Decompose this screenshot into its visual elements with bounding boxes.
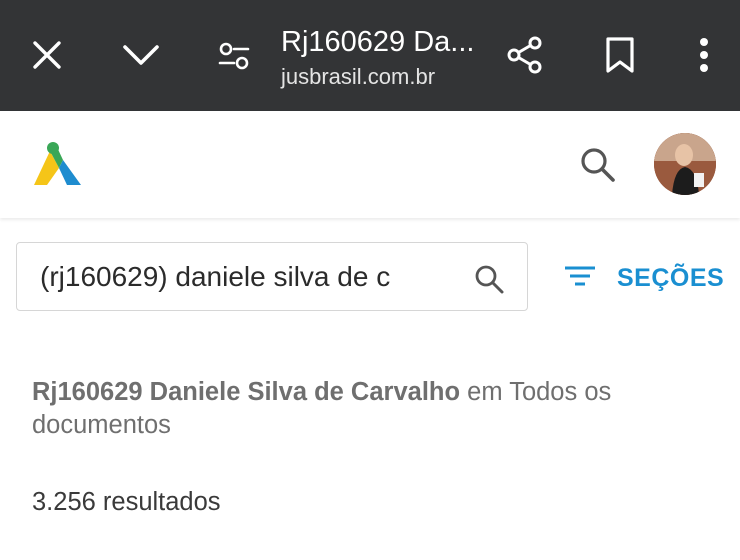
app-header xyxy=(0,111,740,218)
sections-filter-button[interactable]: SEÇÕES xyxy=(563,258,724,298)
results-count: 3.256 resultados xyxy=(32,488,221,516)
results-query-summary: Rj160629 Daniele Silva de Carvalho em To… xyxy=(32,376,672,442)
search-submit-icon[interactable] xyxy=(473,263,505,300)
chevron-down-icon[interactable] xyxy=(118,34,164,76)
user-avatar[interactable] xyxy=(654,133,716,195)
close-icon[interactable] xyxy=(26,34,68,76)
page-title[interactable]: Rj160629 Da... xyxy=(281,26,491,59)
query-term: Rj160629 Daniele Silva de Carvalho xyxy=(32,378,461,406)
site-settings-icon[interactable] xyxy=(214,38,254,74)
share-icon[interactable] xyxy=(503,33,547,77)
filter-icon xyxy=(563,264,597,293)
jusbrasil-logo[interactable] xyxy=(30,141,84,194)
search-input-value[interactable]: (rj160629) daniele silva de c xyxy=(40,261,440,293)
more-vert-icon[interactable] xyxy=(690,34,718,76)
sections-label: SEÇÕES xyxy=(617,263,725,292)
search-icon[interactable] xyxy=(579,146,617,189)
page-url[interactable]: jusbrasil.com.br xyxy=(281,64,435,90)
browser-toolbar: Rj160629 Da... jusbrasil.com.br xyxy=(0,0,740,111)
search-input[interactable]: (rj160629) daniele silva de c xyxy=(16,242,528,311)
bookmark-icon[interactable] xyxy=(600,34,640,76)
